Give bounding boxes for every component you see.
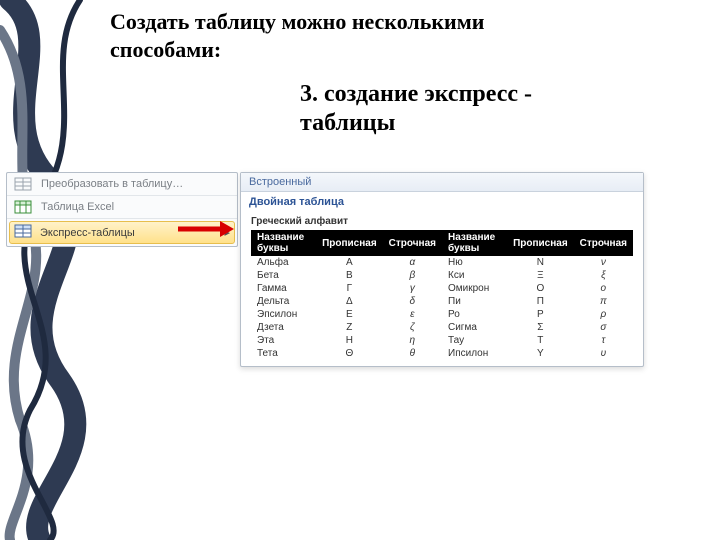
word-table-menu: Преобразовать в таблицу… Таблица Excel Э… (6, 172, 238, 247)
slide-heading: Создать таблицу можно несколькими способ… (110, 8, 580, 63)
table-cell: σ (574, 321, 633, 334)
table-cell: θ (383, 347, 442, 360)
table-cell: Ро (442, 308, 507, 321)
table-cell: A (316, 256, 383, 269)
subheading-line-1: 3. создание экспресс - (300, 81, 532, 107)
table-cell: N (507, 256, 574, 269)
table-cell: O (507, 282, 574, 295)
sample-table-title: Греческий алфавит (251, 216, 633, 227)
table-cell: Тета (251, 347, 316, 360)
table-cell: T (507, 334, 574, 347)
table-header-row: Название буквы Прописная Строчная Назван… (251, 230, 633, 256)
table-cell: Эпсилон (251, 308, 316, 321)
decorative-swirl (0, 0, 110, 540)
convert-table-icon (13, 176, 33, 192)
greek-alphabet-table: Название буквы Прописная Строчная Назван… (251, 230, 633, 360)
table-cell: H (316, 334, 383, 347)
table-cell: ν (574, 256, 633, 269)
table-cell: Тау (442, 334, 507, 347)
table-cell: Δ (316, 295, 383, 308)
table-cell: B (316, 269, 383, 282)
table-row: ЭтаHηТауTτ (251, 334, 633, 347)
subheading-line-2: таблицы (300, 110, 395, 136)
menu-item-label: Преобразовать в таблицу… (41, 178, 183, 190)
menu-separator (7, 218, 237, 219)
table-cell: P (507, 308, 574, 321)
table-header-cell: Прописная (316, 230, 383, 256)
gallery-item-title[interactable]: Двойная таблица (241, 192, 643, 212)
table-cell: Γ (316, 282, 383, 295)
gallery-section-header: Встроенный (241, 173, 643, 192)
table-cell: β (383, 269, 442, 282)
table-cell: Π (507, 295, 574, 308)
table-row: АльфаAαНюNν (251, 256, 633, 269)
submenu-arrow-icon: ▸ (224, 226, 230, 239)
table-cell: Пи (442, 295, 507, 308)
express-tables-gallery: Встроенный Двойная таблица Греческий алф… (240, 172, 644, 367)
table-body: АльфаAαНюNνБетаBβКсиΞξГаммаΓγОмикронOoДе… (251, 256, 633, 360)
excel-table-icon (13, 199, 33, 215)
table-row: ГаммаΓγОмикронOo (251, 282, 633, 295)
table-cell: Θ (316, 347, 383, 360)
menu-item-label: Экспресс-таблицы (40, 227, 135, 239)
express-table-icon (14, 224, 32, 241)
table-cell: E (316, 308, 383, 321)
table-cell: ρ (574, 308, 633, 321)
table-cell: υ (574, 347, 633, 360)
table-cell: Дзета (251, 321, 316, 334)
gallery-item-preview[interactable]: Греческий алфавит Название буквы Прописн… (241, 212, 643, 366)
table-header-cell: Название буквы (251, 230, 316, 256)
table-cell: δ (383, 295, 442, 308)
table-cell: ε (383, 308, 442, 321)
table-cell: Эта (251, 334, 316, 347)
table-cell: α (383, 256, 442, 269)
table-cell: Ню (442, 256, 507, 269)
table-header-cell: Строчная (574, 230, 633, 256)
table-cell: Омикрон (442, 282, 507, 295)
table-row: БетаBβКсиΞξ (251, 269, 633, 282)
table-cell: η (383, 334, 442, 347)
table-cell: Ипсилон (442, 347, 507, 360)
table-row: ДзетаZζСигмаΣσ (251, 321, 633, 334)
table-cell: π (574, 295, 633, 308)
menu-item-label: Таблица Excel (41, 201, 114, 213)
table-cell: γ (383, 282, 442, 295)
table-cell: Сигма (442, 321, 507, 334)
table-cell: Σ (507, 321, 574, 334)
table-header-cell: Строчная (383, 230, 442, 256)
table-cell: ξ (574, 269, 633, 282)
table-cell: o (574, 282, 633, 295)
table-row: ДельтаΔδПиΠπ (251, 295, 633, 308)
table-cell: ζ (383, 321, 442, 334)
table-cell: Бета (251, 269, 316, 282)
table-cell: Альфа (251, 256, 316, 269)
table-header-cell: Название буквы (442, 230, 507, 256)
table-cell: τ (574, 334, 633, 347)
menu-item-express-tables[interactable]: Экспресс-таблицы ▸ (9, 221, 235, 244)
table-cell: Y (507, 347, 574, 360)
slide-subheading: 3. создание экспресс - таблицы (300, 80, 630, 138)
table-cell: Дельта (251, 295, 316, 308)
table-row: ТетаΘθИпсилонYυ (251, 347, 633, 360)
table-header-cell: Прописная (507, 230, 574, 256)
table-cell: Гамма (251, 282, 316, 295)
menu-item-excel-table[interactable]: Таблица Excel (7, 196, 237, 218)
menu-item-convert-to-table[interactable]: Преобразовать в таблицу… (7, 173, 237, 195)
table-cell: Z (316, 321, 383, 334)
table-cell: Кси (442, 269, 507, 282)
table-cell: Ξ (507, 269, 574, 282)
table-row: ЭпсилонEεРоPρ (251, 308, 633, 321)
